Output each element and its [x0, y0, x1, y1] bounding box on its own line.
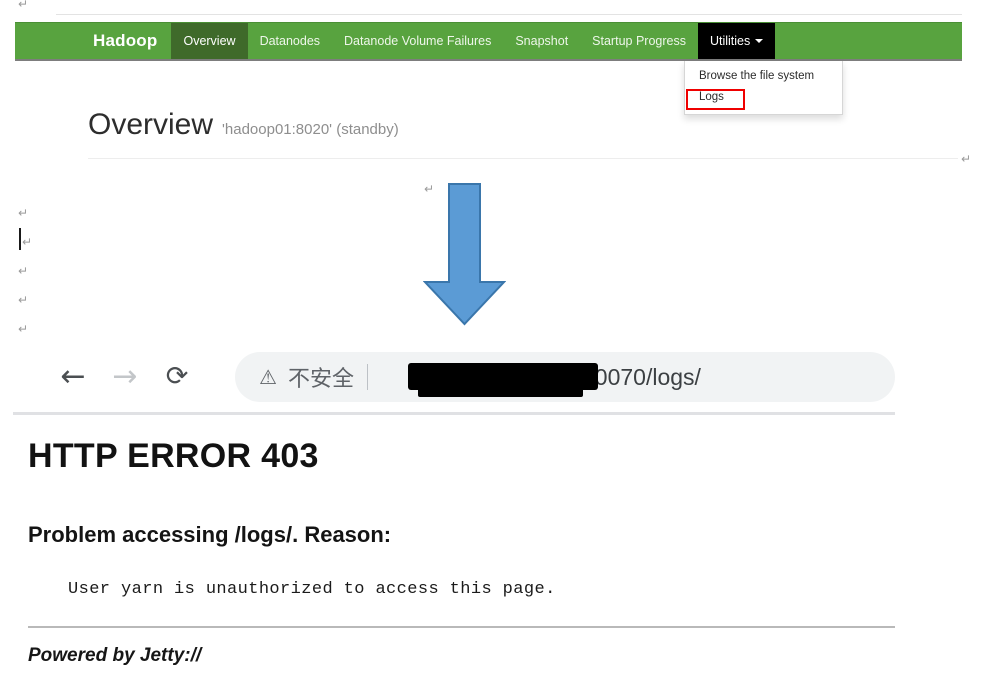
- paragraph-mark: ↵: [18, 322, 29, 336]
- paragraph-mark: ↵: [18, 264, 29, 278]
- utilities-dropdown-menu: Browse the file system Logs: [684, 61, 843, 115]
- paragraph-mark: ↵: [961, 152, 972, 166]
- omnibox-divider: [366, 364, 368, 390]
- page-title: Overview: [88, 108, 214, 141]
- nav-item-datanodes[interactable]: Datanodes: [248, 23, 332, 59]
- paragraph-mark: ↵: [18, 206, 29, 220]
- nav-item-startup-progress[interactable]: Startup Progress: [580, 23, 698, 59]
- dropdown-item-logs[interactable]: Logs: [685, 87, 842, 108]
- error-page-top-divider: [13, 412, 895, 415]
- page-subtitle: 'hadoop01:8020' (standby): [222, 121, 399, 138]
- nav-item-overview[interactable]: Overview: [171, 23, 248, 59]
- error-reason-heading: Problem accessing /logs/. Reason:: [28, 522, 392, 547]
- back-icon[interactable]: ←: [47, 351, 99, 403]
- warning-triangle-icon[interactable]: ⚠: [259, 367, 277, 387]
- reload-icon[interactable]: ⟳: [151, 351, 203, 403]
- error-title: HTTP ERROR 403: [28, 437, 319, 475]
- browser-nav-buttons: ← → ⟳: [47, 351, 203, 403]
- screenshot-root: ↵ ↵ ↵ ↵ ↵ ↵ ↵ ↵ Hadoop Overview Datanode…: [0, 0, 1001, 698]
- powered-by-footer: Powered by Jetty://: [28, 645, 202, 666]
- forward-icon[interactable]: →: [99, 351, 151, 403]
- dropdown-item-browse-file-system[interactable]: Browse the file system: [685, 66, 842, 87]
- text-cursor: [19, 228, 21, 250]
- down-arrow-icon: [423, 183, 506, 326]
- hadoop-brand[interactable]: Hadoop: [15, 23, 171, 59]
- chevron-down-icon: [755, 39, 764, 43]
- nav-item-utilities-label: Utilities: [709, 34, 751, 48]
- nav-item-utilities[interactable]: Utilities: [697, 23, 776, 59]
- nav-item-datanode-volume-failures[interactable]: Datanode Volume Failures: [332, 23, 503, 59]
- overview-divider: [88, 158, 958, 159]
- page-title-group: Overview 'hadoop01:8020' (standby): [88, 108, 399, 142]
- paragraph-mark: ↵: [18, 293, 29, 307]
- error-page-bottom-divider: [28, 626, 895, 628]
- hadoop-navbar: Hadoop Overview Datanodes Datanode Volum…: [15, 22, 962, 61]
- paragraph-mark: ↵: [22, 235, 33, 249]
- error-reason-detail: User yarn is unauthorized to access this…: [68, 580, 556, 599]
- url-redaction-mark-secondary: [418, 385, 583, 397]
- paragraph-mark: ↵: [18, 0, 29, 11]
- security-status-label: 不安全: [287, 366, 354, 391]
- top-divider: [56, 14, 962, 15]
- nav-item-snapshot[interactable]: Snapshot: [503, 23, 580, 59]
